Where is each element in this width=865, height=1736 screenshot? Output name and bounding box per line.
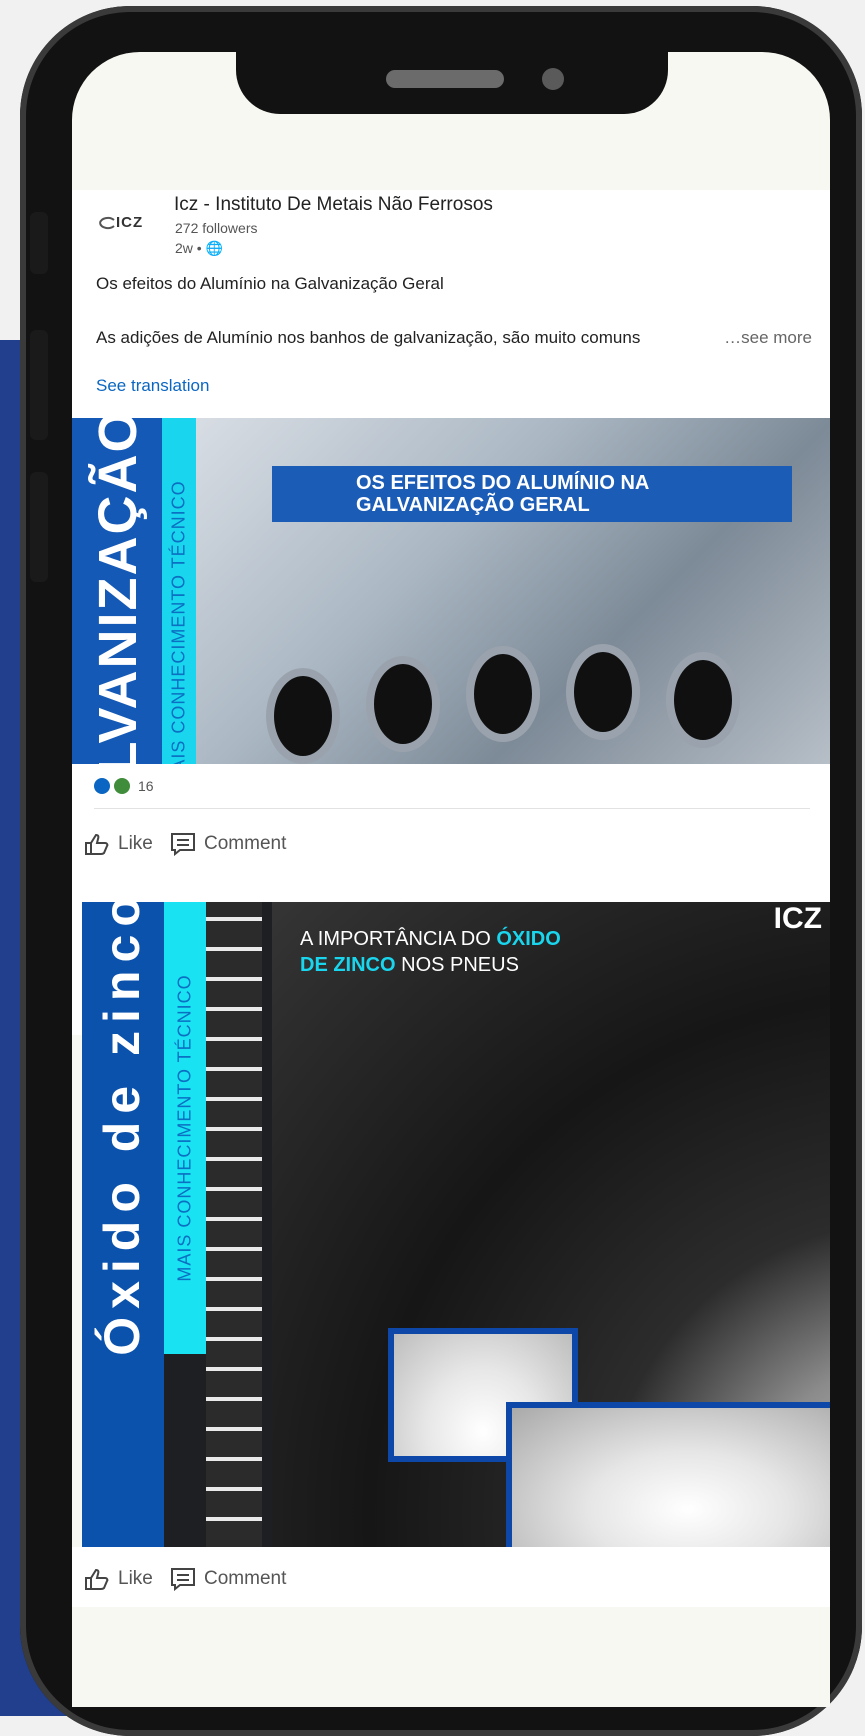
vertical-subtitle: MAIS CONHECIMENTO TÉCNICO <box>174 974 195 1282</box>
post-text-line2: As adições de Alumínio nos banhos de gal… <box>96 328 641 347</box>
see-more-link[interactable]: …see more <box>724 328 812 348</box>
icz-logo: ICZ <box>773 902 822 935</box>
banner-line1: OS EFEITOS DO ALUMÍNIO NA <box>356 472 650 494</box>
tube-end <box>666 652 740 748</box>
phone-notch <box>236 50 668 114</box>
celebrate-reaction-icon <box>114 778 130 794</box>
phone-volume-down <box>30 472 48 582</box>
tube-end <box>466 646 540 742</box>
post-time: 2w • 🌐 <box>175 240 224 256</box>
tube-end <box>266 668 340 764</box>
like-button[interactable]: Like <box>84 832 153 856</box>
title-part-d: NOS PNEUS <box>395 954 519 976</box>
comment-button[interactable]: Comment <box>170 1567 286 1591</box>
post-text-line1: Os efeitos do Alumínio na Galvanização G… <box>96 274 444 293</box>
title-highlight-zinco: DE ZINCO <box>300 954 396 976</box>
tire-tread <box>206 902 262 1547</box>
title-highlight-oxido: ÓXIDO <box>496 928 561 950</box>
banner-line2: GALVANIZAÇÃO GERAL <box>356 494 590 516</box>
tube-end <box>566 644 640 740</box>
comment-label: Comment <box>204 833 287 854</box>
zinc-oxide-powder-photo <box>506 1402 830 1547</box>
reactions-bar: 16 Like Comment <box>72 764 830 864</box>
like-reaction-icon <box>94 778 110 794</box>
post-image-oxido-zinco[interactable]: Óxido de zinco MAIS CONHECIMENTO TÉCNICO… <box>82 902 830 1547</box>
thumbs-up-icon <box>85 833 109 855</box>
divider <box>94 808 810 809</box>
image-title: A IMPORTÂNCIA DO ÓXIDO DE ZINCO NOS PNEU… <box>300 926 561 978</box>
thumbs-up-icon <box>85 1568 109 1590</box>
vertical-subtitle: MAIS CONHECIMENTO TÉCNICO <box>168 480 189 788</box>
tube-end <box>366 656 440 752</box>
followers-count: 272 followers <box>175 220 258 236</box>
company-logo[interactable]: ICZ <box>98 214 152 238</box>
actions-bar: Like Comment <box>72 1547 830 1607</box>
front-camera <box>542 68 564 90</box>
comment-icon <box>171 833 195 856</box>
comment-icon <box>171 1568 195 1591</box>
logo-text: ICZ <box>116 214 144 231</box>
see-translation-link[interactable]: See translation <box>96 376 209 396</box>
company-name[interactable]: Icz - Instituto De Metais Não Ferrosos <box>174 194 493 216</box>
reaction-count[interactable]: 16 <box>138 778 154 794</box>
speaker-grille <box>386 70 504 88</box>
phone-volume-up <box>30 330 48 440</box>
phone-side-button <box>30 212 48 274</box>
like-label: Like <box>118 833 153 854</box>
vertical-title: Óxido de zinco <box>94 902 150 1356</box>
image-banner: OS EFEITOS DO ALUMÍNIO NA GALVANIZAÇÃO G… <box>272 466 792 522</box>
comment-button[interactable]: Comment <box>170 832 286 856</box>
logo-swoosh-icon <box>99 216 115 230</box>
title-part-a: A IMPORTÂNCIA DO <box>300 928 497 950</box>
like-button[interactable]: Like <box>84 1567 153 1591</box>
like-label: Like <box>118 1568 153 1589</box>
phone-screen: ICZ Icz - Instituto De Metais Não Ferros… <box>72 52 830 1707</box>
comment-label: Comment <box>204 1568 287 1589</box>
